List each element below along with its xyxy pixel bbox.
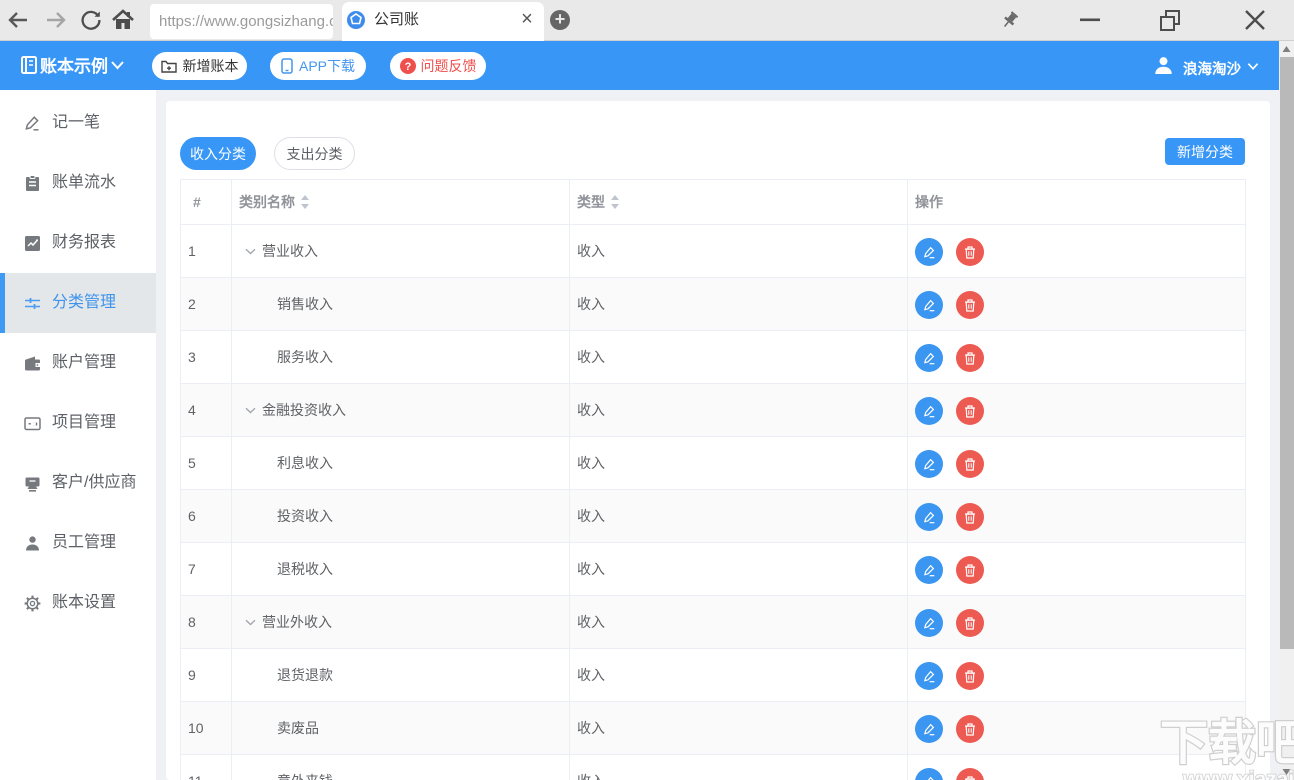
svg-text:?: ? <box>404 61 411 73</box>
svg-text:www.xiazaiba.com: www.xiazaiba.com <box>1182 768 1294 780</box>
svg-text:下载吧: 下载吧 <box>1160 717 1294 770</box>
